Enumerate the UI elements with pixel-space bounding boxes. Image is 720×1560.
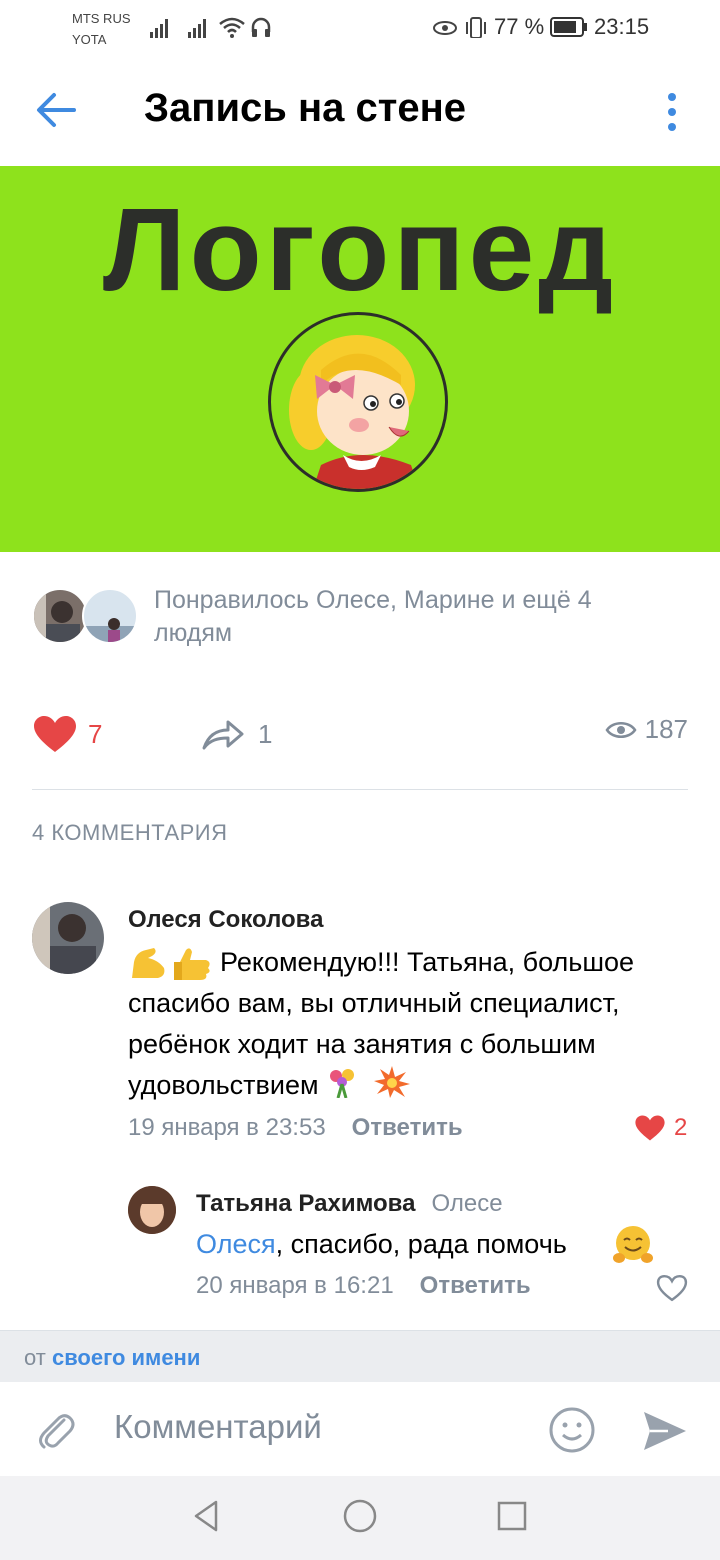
post-as-value[interactable]: своего имени (52, 1345, 200, 1370)
wifi-icon (219, 17, 245, 38)
battery-percent: 77 % (494, 14, 545, 39)
eye-comfort-icon (433, 21, 457, 35)
collision-emoji-icon (373, 1066, 410, 1098)
share-icon (202, 720, 244, 750)
comment-meta: 19 января в 23:53 Ответить (128, 1114, 463, 1142)
views-counter: 187 (605, 714, 688, 745)
battery-icon (550, 17, 587, 37)
divider (32, 789, 688, 790)
comments-count-heading: 4 КОММЕНТАРИЯ (32, 820, 228, 845)
back-arrow-icon[interactable] (34, 92, 78, 128)
girl-illustration (268, 312, 448, 492)
comment-author-line: Татьяна Рахимова Олесе (196, 1190, 503, 1218)
post-as-label: от своего имени (24, 1345, 200, 1371)
signal-icon (150, 19, 168, 38)
comment-date: 19 января в 23:53 (128, 1114, 326, 1141)
share-count: 1 (258, 718, 273, 749)
share-button[interactable]: 1 (200, 714, 272, 754)
flowers-emoji-icon (330, 1069, 355, 1099)
muscle-thumbsup-emoji-icon (132, 948, 210, 980)
banner-text: Логопед (102, 184, 618, 316)
liked-by-avatars[interactable] (32, 588, 142, 648)
signal-icon-2 (188, 19, 206, 38)
reply-button[interactable]: Ответить (352, 1114, 463, 1142)
comment-input[interactable]: Комментарий (114, 1408, 322, 1446)
app-header: Запись на стене (0, 56, 720, 166)
mention-link[interactable]: Олеся (196, 1229, 276, 1259)
post-as-prefix: от (24, 1345, 46, 1370)
comment-author[interactable]: Олеся Соколова (128, 906, 323, 934)
hugging-face-emoji-icon (613, 1226, 653, 1263)
comment-date: 20 января в 16:21 (196, 1272, 394, 1299)
post-actions: 7 1 187 (0, 700, 720, 770)
avatar[interactable] (32, 902, 104, 974)
avatar[interactable] (128, 1186, 176, 1234)
heart-icon (34, 716, 76, 752)
post-as-bar[interactable]: от своего имени (0, 1330, 720, 1382)
eye-icon (605, 721, 637, 738)
like-count: 7 (88, 718, 103, 749)
view-count: 187 (644, 714, 688, 744)
comment-meta: 20 января в 16:21 Ответить (196, 1272, 531, 1300)
vibrate-icon (466, 17, 486, 38)
headphones-icon (251, 17, 271, 37)
more-vertical-icon[interactable] (664, 92, 680, 132)
comment-like-button[interactable]: 2 (634, 1114, 687, 1142)
status-bar: MTS RUS YOTA 77 % 23:15 (0, 0, 720, 56)
comment-author[interactable]: Татьяна Рахимова (196, 1190, 415, 1217)
reply-to-name[interactable]: Олесе (431, 1190, 502, 1217)
clock: 23:15 (594, 14, 650, 39)
avatar (32, 588, 88, 644)
comment-body: , спасибо, рада помочь (275, 1229, 567, 1259)
carrier-1: MTS RUS (72, 11, 131, 26)
post-image[interactable]: Логопед (0, 166, 720, 552)
heart-outline-icon[interactable] (656, 1274, 688, 1302)
page-title: Запись на стене (144, 86, 467, 130)
smile-icon[interactable] (548, 1406, 596, 1454)
comment-composer: Комментарий (0, 1382, 720, 1478)
carrier-labels: MTS RUS YOTA (72, 8, 131, 50)
send-icon[interactable] (642, 1410, 688, 1452)
comment-text: Олеся, спасибо, рада помочь (196, 1224, 666, 1265)
carrier-2: YOTA (72, 32, 107, 47)
paperclip-icon[interactable] (34, 1410, 78, 1454)
avatar (82, 588, 138, 644)
reply-button[interactable]: Ответить (420, 1272, 531, 1300)
nav-home-icon[interactable] (342, 1498, 378, 1534)
comment-like-count: 2 (674, 1114, 688, 1141)
heart-icon (635, 1115, 665, 1141)
likes-summary[interactable]: Понравилось Олесе, Марине и ещё 4 людям (154, 584, 674, 650)
system-nav-bar (0, 1476, 720, 1560)
like-button[interactable]: 7 (32, 714, 102, 754)
nav-recents-icon[interactable] (496, 1498, 528, 1534)
nav-back-icon[interactable] (190, 1498, 222, 1534)
